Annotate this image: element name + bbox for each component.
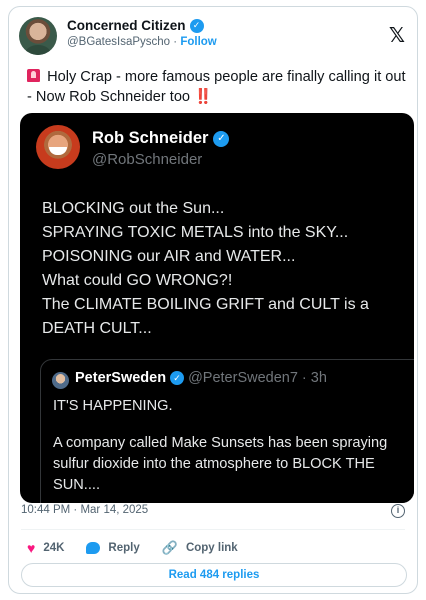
quoted-line: What could GO WRONG?! [42, 272, 233, 289]
quoted-line: The CLIMATE BOILING GRIFT and CULT is a … [42, 296, 369, 337]
like-button[interactable]: ♥ 24K [27, 541, 64, 555]
copy-link-button[interactable]: 🔗 Copy link [162, 540, 238, 556]
siren-icon [27, 69, 40, 82]
author-handle[interactable]: @BGatesIsaPyscho [67, 36, 170, 48]
action-bar: ♥ 24K Reply 🔗 Copy link [27, 538, 238, 558]
author-display-name[interactable]: Concerned Citizen [67, 18, 186, 33]
nested-text: IT'S HAPPENING. A company called Make Su… [53, 396, 413, 496]
link-icon: 🔗 [161, 540, 178, 555]
quoted-line: BLOCKING out the Sun... [42, 200, 225, 217]
copy-link-label: Copy link [185, 542, 238, 554]
nested-quoted-tweet[interactable]: PeterSweden ✓ @PeterSweden7 · 3h IT'S HA… [40, 359, 414, 503]
quoted-tweet[interactable]: Rob Schneider ✓ @RobSchneider BLOCKING o… [20, 113, 414, 503]
author-display-name-row: Concerned Citizen ✓ [67, 18, 217, 33]
reply-label: Reply [108, 542, 140, 554]
follow-button[interactable]: Follow [180, 36, 216, 48]
heart-icon: ♥ [27, 540, 36, 556]
nested-header: PeterSweden ✓ @PeterSweden7 · 3h [75, 370, 327, 386]
nested-paragraph: A company called Make Sunsets has been s… [53, 435, 388, 493]
divider [21, 529, 405, 530]
quoted-display-name-row: Rob Schneider ✓ [92, 129, 230, 148]
embedded-tweet-card: Concerned Citizen ✓ @BGatesIsaPyscho · F… [8, 6, 418, 594]
quoted-author-avatar[interactable] [36, 125, 80, 169]
double-exclamation-icon: ‼️ [194, 89, 212, 105]
tweet-text-body: Holy Crap - more famous people are final… [27, 69, 406, 105]
read-replies-button[interactable]: Read 484 replies [21, 563, 407, 587]
separator-dot: · [173, 36, 178, 48]
nested-author-avatar[interactable] [52, 372, 69, 389]
verified-badge-icon: ✓ [189, 18, 204, 33]
tweet-header: Concerned Citizen ✓ @BGatesIsaPyscho · F… [19, 15, 407, 59]
author-subline: @BGatesIsaPyscho · Follow [67, 36, 217, 48]
tweet-meta: 10:44 PM · Mar 14, 2025 i [21, 504, 405, 524]
verified-badge-icon: ✓ [170, 371, 185, 385]
nested-handle[interactable]: @PeterSweden7 [188, 370, 298, 386]
quoted-display-name[interactable]: Rob Schneider [92, 129, 208, 148]
nested-paragraph: IT'S HAPPENING. [53, 398, 173, 414]
quoted-line: POISONING our AIR and WATER... [42, 248, 296, 265]
x-logo-icon[interactable]: 𝕏 [389, 23, 405, 47]
info-icon[interactable]: i [391, 504, 405, 518]
like-count: 24K [43, 542, 65, 554]
author-avatar[interactable] [19, 17, 57, 55]
tweet-text: Holy Crap - more famous people are final… [27, 67, 407, 107]
reply-button[interactable]: Reply [86, 542, 140, 554]
timestamp-link[interactable]: 10:44 PM · Mar 14, 2025 [21, 504, 148, 516]
nested-display-name[interactable]: PeterSweden [75, 370, 166, 386]
verified-badge-icon: ✓ [213, 130, 230, 147]
nested-time: · 3h [301, 370, 327, 386]
reply-bubble-icon [86, 542, 101, 554]
quoted-handle[interactable]: @RobSchneider [92, 151, 202, 168]
quoted-text: BLOCKING out the Sun... SPRAYING TOXIC M… [42, 197, 402, 341]
author-names: Concerned Citizen ✓ @BGatesIsaPyscho · F… [67, 18, 217, 48]
quoted-line: SPRAYING TOXIC METALS into the SKY... [42, 224, 349, 241]
